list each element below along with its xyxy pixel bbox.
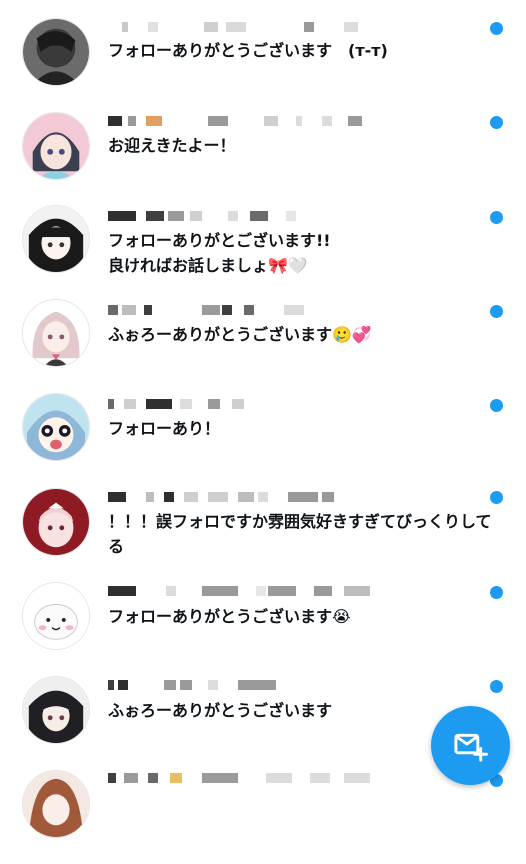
message-preview: フォローあり！ (108, 419, 221, 438)
avatar[interactable] (22, 582, 90, 650)
sender-name (108, 305, 368, 317)
unread-indicator (490, 586, 503, 599)
message-list: フォローありがとうございます (т-т) お迎えきたよー！ フォローありがとござ… (0, 0, 526, 838)
avatar[interactable] (22, 770, 90, 838)
sender-name (108, 586, 370, 598)
conversation-item[interactable]: フォローありがとうございます (т-т) (0, 4, 526, 98)
conversation-item[interactable]: ！！！誤フォロですか雰囲気好きすぎてびっくりしてる (0, 474, 526, 584)
message-preview: フォローありがとございます!! 良ければお話しましょ🎀🤍 (108, 231, 331, 275)
message-preview: お迎えきたよー！ (108, 136, 236, 155)
avatar[interactable] (22, 299, 90, 367)
avatar[interactable] (22, 393, 90, 461)
conversation-item[interactable]: フォローあり！ (0, 380, 526, 474)
sender-name (108, 492, 368, 504)
message-preview: フォローありがとうございます (т-т) (108, 41, 388, 60)
compose-message-button[interactable] (431, 706, 510, 785)
conversation-item[interactable]: フォローありがとうございます😭 (0, 582, 526, 676)
sender-name (108, 399, 368, 411)
unread-indicator (490, 22, 503, 35)
new-message-icon (454, 733, 488, 762)
conversation-item[interactable]: ふぉろーありがとうございます🥲💞 (0, 286, 526, 380)
sender-name (108, 773, 370, 785)
sender-name (108, 211, 368, 223)
unread-indicator (490, 399, 503, 412)
unread-indicator (490, 116, 503, 129)
sender-name (108, 680, 368, 692)
unread-indicator (490, 680, 503, 693)
message-preview: フォローありがとうございます😭 (108, 607, 351, 626)
message-preview: ふぉろーありがとうございます🥲💞 (108, 325, 372, 344)
conversation-item[interactable]: フォローありがとございます!! 良ければお話しましょ🎀🤍 (0, 192, 526, 286)
message-preview: ！！！誤フォロですか雰囲気好きすぎてびっくりしてる (108, 512, 492, 556)
avatar[interactable] (22, 18, 90, 86)
sender-name (108, 22, 368, 34)
unread-indicator (490, 491, 503, 504)
conversation-item[interactable] (0, 770, 526, 864)
avatar[interactable] (22, 205, 90, 273)
avatar[interactable] (22, 676, 90, 744)
unread-indicator (490, 211, 503, 224)
sender-name (108, 116, 368, 128)
conversation-item[interactable]: お迎えきたよー！ (0, 98, 526, 192)
avatar[interactable] (22, 112, 90, 180)
avatar[interactable] (22, 488, 90, 556)
unread-indicator (490, 305, 503, 318)
